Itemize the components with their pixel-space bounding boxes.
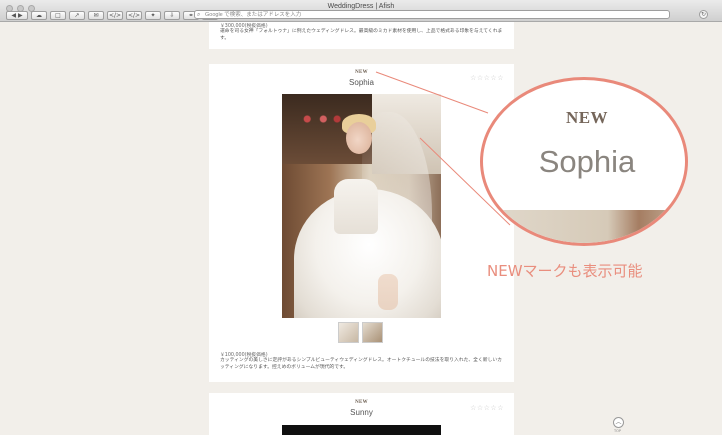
sidebar-button[interactable]: ☁ xyxy=(31,11,47,20)
product-name[interactable]: Sunny xyxy=(209,408,514,417)
product-description: カッティングの美しさに定評があるシンプルビューティウェディングドレス。オートクチ… xyxy=(220,358,502,370)
product-photo[interactable] xyxy=(282,94,441,318)
scroll-top-icon[interactable]: ︿ xyxy=(613,417,624,428)
thumbnail-1[interactable] xyxy=(338,322,359,343)
search-icon: ⌕ xyxy=(197,12,201,18)
thumbnail-2[interactable] xyxy=(362,322,383,343)
rating-stars-icon[interactable]: ☆☆☆☆☆ xyxy=(470,404,504,412)
code-button[interactable]: </> xyxy=(107,11,123,20)
bookmarks-button[interactable]: □ xyxy=(50,11,66,20)
code-button-2[interactable]: </> xyxy=(126,11,142,20)
product-description: 運命を司る女神「フォルトゥナ」に例えたウェディングドレス。最高級のミカド素材を使… xyxy=(220,29,503,41)
zoom-product-name: Sophia xyxy=(538,144,636,179)
mail-button[interactable]: ✉ xyxy=(88,11,104,20)
thumbnail-strip xyxy=(338,322,383,343)
callout-caption: NEWマークも表示可能 xyxy=(487,262,643,280)
new-badge: NEW xyxy=(355,400,368,405)
back-forward-button[interactable]: ◀ ▶ xyxy=(6,11,28,20)
product-card-sophia: NEW Sophia ☆☆☆☆☆ ￥100,000(税抜価格) カッティングの美… xyxy=(209,64,514,382)
new-badge: NEW xyxy=(355,70,368,75)
address-bar[interactable]: ⌕ Google で検索、またはアドレスを入力 xyxy=(194,10,670,19)
reload-icon[interactable]: ↻ xyxy=(699,10,708,19)
product-card-sunny: NEW Sunny ☆☆☆☆☆ xyxy=(209,393,514,435)
share-button[interactable]: ↗ xyxy=(69,11,85,20)
scroll-top-label[interactable]: TOP xyxy=(614,429,621,433)
zoom-callout: NEW Sophia xyxy=(480,77,688,246)
product-photo[interactable] xyxy=(282,425,441,435)
rating-stars-icon[interactable]: ☆☆☆☆☆ xyxy=(470,74,504,82)
address-placeholder: Google で検索、またはアドレスを入力 xyxy=(205,12,302,18)
zoom-new-badge: NEW xyxy=(565,108,609,127)
product-card-previous: ￥300,000(税抜価格) 運命を司る女神「フォルトゥナ」に例えたウェディング… xyxy=(209,22,514,49)
twitter-button[interactable]: ✦ xyxy=(145,11,161,20)
product-name[interactable]: Sophia xyxy=(209,78,514,87)
download-button[interactable]: ⇩ xyxy=(164,11,180,20)
